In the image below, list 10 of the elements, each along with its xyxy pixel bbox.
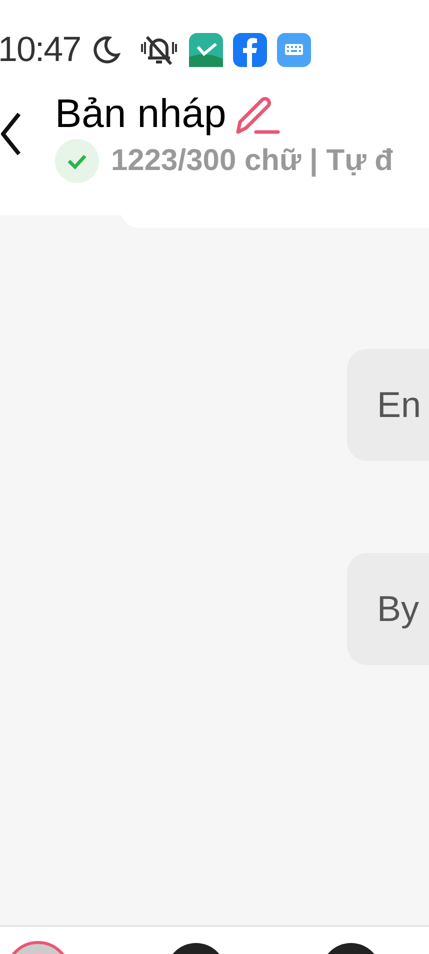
- facebook-icon: [232, 33, 267, 67]
- word-count: 1223/300 chữ | Tự đ: [111, 144, 393, 178]
- status-time: 10:47: [0, 30, 81, 70]
- app-icon: [188, 33, 223, 67]
- draft-title: Bản nháp: [55, 92, 226, 137]
- message-text: En: [377, 384, 422, 426]
- moon-icon: [90, 35, 121, 65]
- keyboard-icon: [276, 33, 311, 67]
- message-text: By: [377, 588, 420, 630]
- muted-bell-icon: [138, 33, 179, 67]
